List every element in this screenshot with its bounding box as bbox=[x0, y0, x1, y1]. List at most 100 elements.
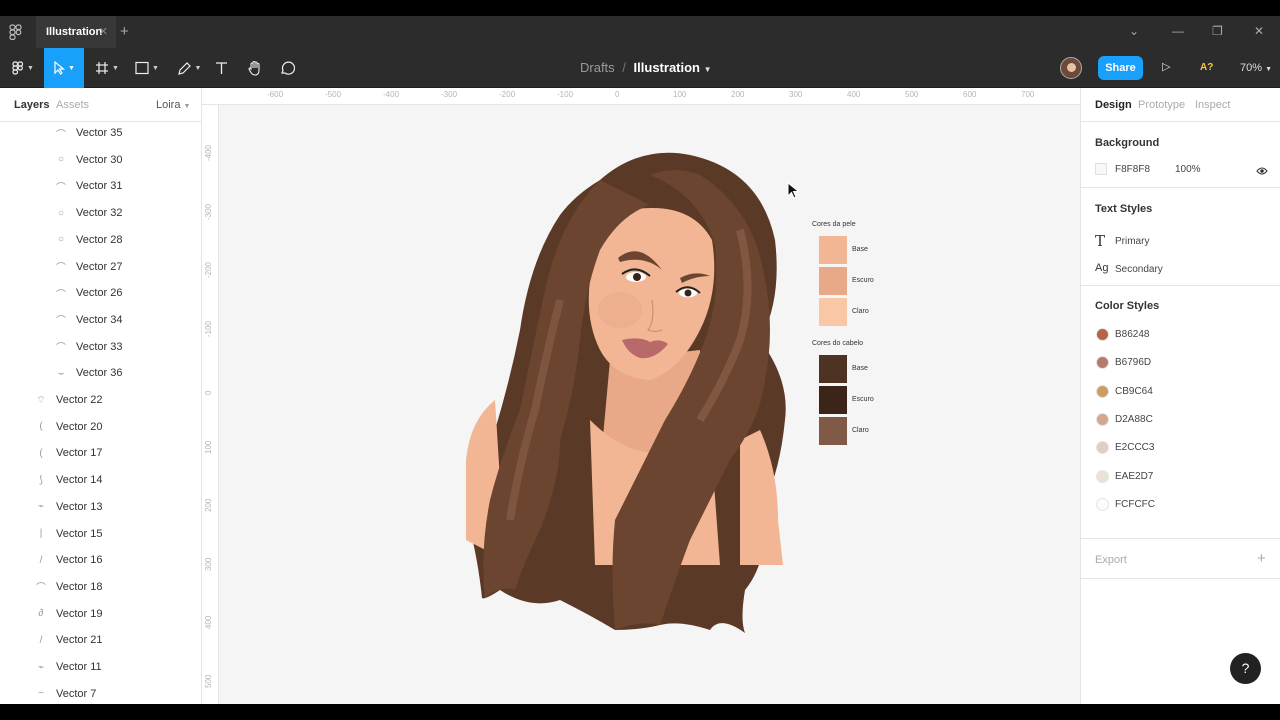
color-swatch[interactable] bbox=[819, 267, 847, 295]
tab-assets[interactable]: Assets bbox=[56, 99, 89, 111]
layer-row[interactable]: ⌁ Vector 11 bbox=[34, 654, 102, 680]
design-panel: Design Prototype Inspect Background F8F8… bbox=[1080, 88, 1280, 704]
color-style-name[interactable]: B6796D bbox=[1115, 357, 1151, 368]
layer-row[interactable]: ⌒ Vector 34 bbox=[54, 307, 122, 333]
present-play-icon[interactable]: ▷ bbox=[1162, 60, 1170, 73]
color-style-name[interactable]: B86248 bbox=[1115, 329, 1149, 340]
color-style-name[interactable]: D2A88C bbox=[1115, 414, 1153, 425]
layer-row[interactable]: ⌒ Vector 31 bbox=[54, 173, 122, 199]
file-name[interactable]: Illustration bbox=[634, 60, 700, 75]
tab-prototype[interactable]: Prototype bbox=[1138, 99, 1185, 111]
vector-icon: ⌒ bbox=[56, 129, 66, 141]
color-swatch[interactable] bbox=[819, 236, 847, 264]
color-style-swatch[interactable] bbox=[1096, 441, 1109, 455]
layer-row[interactable]: ⌒ Vector 27 bbox=[54, 254, 122, 280]
layer-row[interactable]: (Vector 20 bbox=[34, 414, 102, 440]
close-window-icon[interactable]: ✕ bbox=[1254, 24, 1264, 38]
export-section: Export + bbox=[1081, 539, 1280, 579]
illustration-portrait[interactable] bbox=[202, 88, 1080, 704]
shape-tool-button[interactable]: ▼ bbox=[128, 48, 166, 88]
swatch-label: Claro bbox=[852, 427, 869, 434]
user-avatar[interactable] bbox=[1060, 57, 1082, 79]
add-export-icon[interactable]: + bbox=[1257, 550, 1266, 567]
chevron-down-icon: ▼ bbox=[112, 64, 119, 72]
layer-row[interactable]: ⟆ Vector 14 bbox=[34, 467, 102, 493]
background-opacity-input[interactable]: 100% bbox=[1175, 164, 1201, 175]
layer-row[interactable]: ⌒ Vector 18 bbox=[34, 574, 102, 600]
layer-name: Vector 20 bbox=[56, 420, 103, 433]
layer-row[interactable]: / Vector 16 bbox=[34, 547, 103, 573]
figma-logo-icon[interactable] bbox=[9, 24, 25, 41]
background-hex-input[interactable]: F8F8F8 bbox=[1115, 164, 1150, 175]
minimize-icon[interactable]: — bbox=[1172, 24, 1184, 38]
new-tab-icon[interactable]: + bbox=[120, 23, 129, 40]
breadcrumb: Drafts / Illustration ▼ bbox=[580, 60, 712, 75]
comment-tool-button[interactable] bbox=[268, 48, 306, 88]
text-style-primary[interactable]: Primary bbox=[1115, 236, 1149, 247]
text-style-secondary[interactable]: Secondary bbox=[1115, 264, 1163, 275]
close-tab-icon[interactable]: ✕ bbox=[99, 25, 108, 38]
color-swatch[interactable] bbox=[819, 417, 847, 445]
color-swatch[interactable] bbox=[819, 386, 847, 414]
color-style-name[interactable]: E2CCC3 bbox=[1115, 442, 1154, 453]
layer-row[interactable]: | Vector 15 bbox=[34, 521, 103, 547]
accessibility-badge[interactable]: A? bbox=[1200, 62, 1213, 73]
restore-icon[interactable]: ❐ bbox=[1212, 24, 1223, 38]
text-styles-title: Text Styles bbox=[1095, 203, 1153, 215]
layer-row[interactable]: ○ Vector 28 bbox=[54, 227, 123, 253]
move-tool-button[interactable]: ▼ bbox=[44, 48, 84, 88]
color-style-name[interactable]: CB9C64 bbox=[1115, 386, 1153, 397]
swatch-label: Claro bbox=[852, 308, 869, 315]
breadcrumb-separator: / bbox=[622, 60, 626, 75]
layer-row[interactable]: ○ Vector 30 bbox=[54, 147, 123, 173]
color-style-swatch[interactable] bbox=[1096, 469, 1109, 483]
color-swatch[interactable] bbox=[819, 355, 847, 383]
zoom-dropdown[interactable]: 70% ▼ bbox=[1240, 62, 1272, 74]
vector-icon: / bbox=[39, 554, 43, 566]
layer-row[interactable]: ⌣ Vector 36 bbox=[54, 360, 123, 386]
frame-tool-button[interactable]: ▼ bbox=[88, 48, 126, 88]
layer-name: Vector 36 bbox=[76, 367, 123, 380]
layer-row[interactable]: / Vector 21 bbox=[34, 627, 103, 653]
help-button[interactable]: ? bbox=[1230, 653, 1261, 684]
color-style-swatch[interactable] bbox=[1096, 412, 1109, 426]
vector-icon: ⌒ bbox=[56, 316, 66, 328]
chevron-down-icon[interactable]: ▼ bbox=[704, 65, 712, 74]
text-style-icon: T bbox=[1095, 232, 1106, 250]
tab-inspect[interactable]: Inspect bbox=[1195, 99, 1230, 111]
layer-row[interactable]: (Vector 17 bbox=[34, 440, 102, 466]
eye-icon[interactable] bbox=[1256, 163, 1268, 181]
layer-row[interactable]: ~ Vector 7 bbox=[34, 681, 96, 704]
text-tool-button[interactable] bbox=[202, 48, 240, 88]
page-selector[interactable]: Loira ▼ bbox=[156, 99, 190, 111]
layer-row[interactable]: ∂ Vector 19 bbox=[34, 601, 103, 627]
color-style-name[interactable]: FCFCFC bbox=[1115, 499, 1155, 510]
color-style-name[interactable]: EAE2D7 bbox=[1115, 471, 1153, 482]
tab-layers[interactable]: Layers bbox=[14, 99, 49, 111]
layer-row[interactable]: ⌒ Vector 26 bbox=[54, 280, 122, 306]
color-swatch[interactable] bbox=[819, 298, 847, 326]
layer-name: Vector 19 bbox=[56, 607, 103, 620]
layer-row[interactable]: ⌔ Vector 22 bbox=[34, 387, 102, 413]
chevron-down-icon[interactable]: ⌄ bbox=[1129, 24, 1139, 38]
chevron-down-icon: ▼ bbox=[68, 64, 75, 72]
main-menu-button[interactable]: ▼ bbox=[4, 48, 42, 88]
breadcrumb-drafts[interactable]: Drafts bbox=[580, 60, 615, 75]
layer-row[interactable]: ⌒ Vector 35 bbox=[54, 120, 122, 146]
layer-row[interactable]: ⌒ Vector 33 bbox=[54, 334, 122, 360]
hair-colors-title: Cores do cabelo bbox=[812, 340, 863, 347]
share-button[interactable]: Share bbox=[1098, 56, 1143, 80]
layer-row[interactable]: ⌁ Vector 13 bbox=[34, 494, 103, 520]
tab-illustration[interactable]: Illustration ✕ bbox=[36, 16, 116, 48]
tab-design[interactable]: Design bbox=[1095, 99, 1132, 111]
color-style-swatch[interactable] bbox=[1096, 497, 1109, 511]
color-style-swatch[interactable] bbox=[1096, 356, 1109, 370]
layer-row[interactable]: ○ Vector 32 bbox=[54, 200, 123, 226]
canvas[interactable]: -600 -500 -400 -300 -200 -100 0 100 200 300 400 500… bbox=[202, 88, 1080, 704]
figma-menu-icon bbox=[12, 61, 24, 75]
layer-name: Vector 22 bbox=[56, 394, 103, 406]
background-color-swatch[interactable] bbox=[1095, 163, 1107, 175]
color-style-swatch[interactable] bbox=[1096, 328, 1109, 341]
layers-panel: Layers Assets Loira ▼ ⌒ Vector 35 ○ Vector … bbox=[0, 88, 202, 704]
color-style-swatch[interactable] bbox=[1096, 384, 1109, 398]
